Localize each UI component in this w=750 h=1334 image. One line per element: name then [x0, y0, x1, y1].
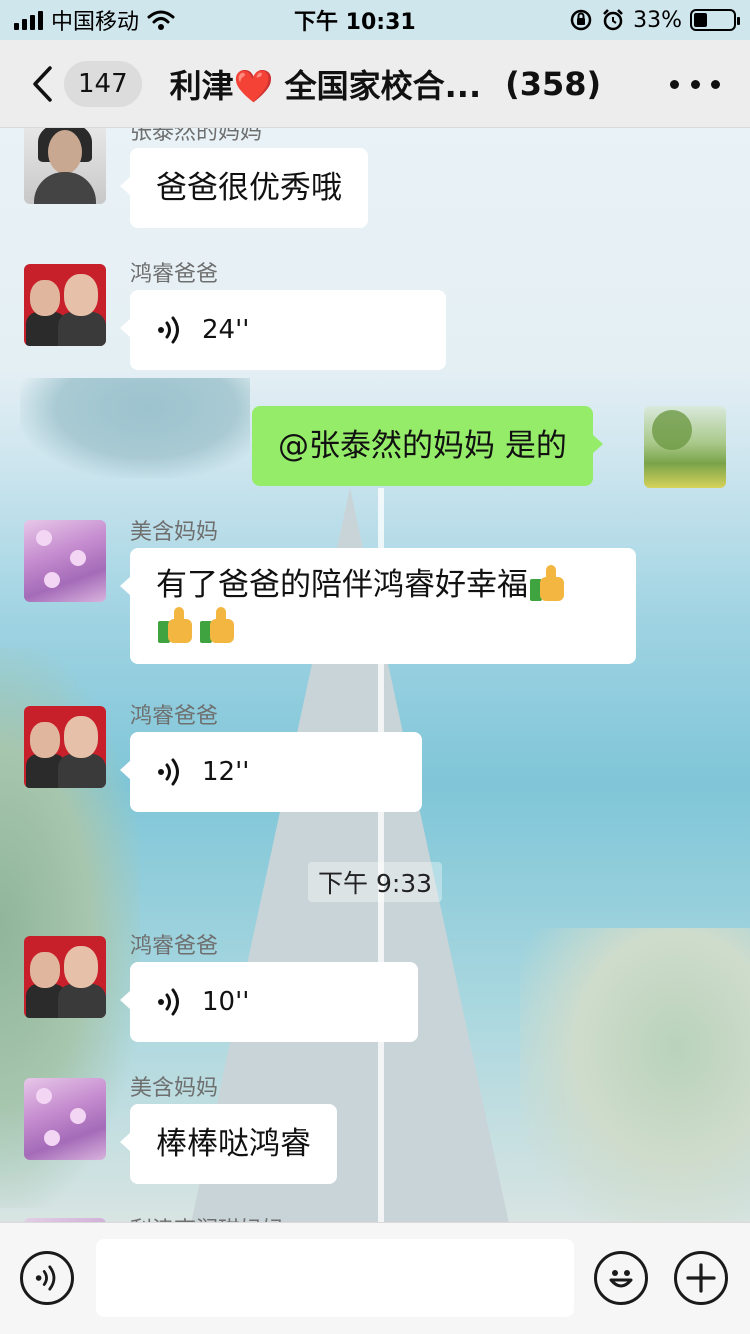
emoji-button[interactable]: [594, 1251, 648, 1305]
voice-duration: 10'': [202, 987, 250, 1017]
avatar[interactable]: [24, 1078, 106, 1160]
avatar[interactable]: [24, 264, 106, 346]
sender-name: 美含妈妈: [130, 1076, 219, 1101]
member-count: (358): [505, 64, 602, 103]
battery-icon: [690, 9, 740, 31]
time-divider: 下午 9:33: [308, 862, 443, 902]
sender-name: 鸿睿爸爸: [130, 704, 219, 729]
thumbs-up-emoji: [530, 565, 566, 601]
emoji-icon: [609, 1270, 633, 1288]
status-time: 下午 10:31: [294, 10, 416, 35]
voice-wave-icon: [158, 758, 179, 786]
wifi-icon: [147, 10, 175, 30]
message-text: 有了爸爸的陪伴鸿睿好幸福: [156, 567, 528, 603]
message-list: 张泰然的妈妈 爸爸很优秀哦 鸿睿爸爸 24'' @张泰然的妈妈 是的 美含妈妈 …: [0, 128, 750, 1222]
sender-name: 鸿睿爸爸: [130, 262, 219, 287]
sender-name: 利津李润琪妈妈: [130, 1212, 284, 1222]
message-bubble[interactable]: @张泰然的妈妈 是的: [252, 406, 603, 486]
message-text: @张泰然的妈妈 是的: [278, 428, 567, 464]
avatar[interactable]: [644, 406, 726, 488]
group-name: 利津❤️ 全国家校合...: [169, 66, 482, 105]
voice-message[interactable]: 24'': [120, 290, 446, 370]
status-bar: 中国移动 下午 10:31 33%: [0, 0, 750, 40]
battery-percent: 33%: [633, 7, 682, 33]
more-functions-button[interactable]: [674, 1251, 728, 1305]
carrier-label: 中国移动: [51, 10, 140, 35]
thumbs-up-emoji: [200, 607, 236, 643]
avatar[interactable]: [24, 520, 106, 602]
alarm-icon: [603, 9, 623, 31]
sender-name: 鸿睿爸爸: [130, 934, 219, 959]
sender-name: 美含妈妈: [130, 520, 219, 545]
back-button[interactable]: [22, 40, 62, 128]
thumbs-up-emoji: [158, 607, 194, 643]
voice-message[interactable]: 10'': [120, 962, 418, 1042]
chat-title: 利津❤️ 全国家校合... (358): [170, 61, 602, 107]
sender-name: 张泰然的妈妈: [130, 128, 263, 145]
avatar[interactable]: [24, 706, 106, 788]
voice-duration: 12'': [202, 757, 250, 787]
avatar[interactable]: [24, 128, 106, 204]
chat-header: 147 利津❤️ 全国家校合... (358): [0, 40, 750, 128]
orientation-lock-icon: [570, 9, 592, 31]
message-bubble[interactable]: 爸爸很优秀哦: [120, 148, 368, 228]
message-bubble[interactable]: 有了爸爸的陪伴鸿睿好幸福: [120, 548, 636, 664]
message-bubble[interactable]: 棒棒哒鸿睿: [120, 1104, 337, 1184]
voice-message[interactable]: 12'': [120, 732, 422, 812]
voice-input-button[interactable]: [20, 1251, 74, 1305]
message-text: 棒棒哒鸿睿: [156, 1126, 311, 1162]
input-bar: [0, 1222, 750, 1334]
message-input[interactable]: [96, 1239, 574, 1317]
more-dots-icon[interactable]: [670, 66, 720, 102]
message-text: 爸爸很优秀哦: [156, 170, 342, 206]
voice-wave-icon: [158, 316, 179, 344]
avatar[interactable]: [24, 936, 106, 1018]
signal-icon: [14, 10, 43, 30]
voice-input-icon: [35, 1265, 56, 1291]
unread-badge[interactable]: 147: [64, 60, 142, 107]
voice-duration: 24'': [202, 315, 250, 345]
plus-icon: [686, 1263, 716, 1293]
chevron-left-icon: [33, 65, 52, 102]
voice-wave-icon: [158, 988, 179, 1016]
